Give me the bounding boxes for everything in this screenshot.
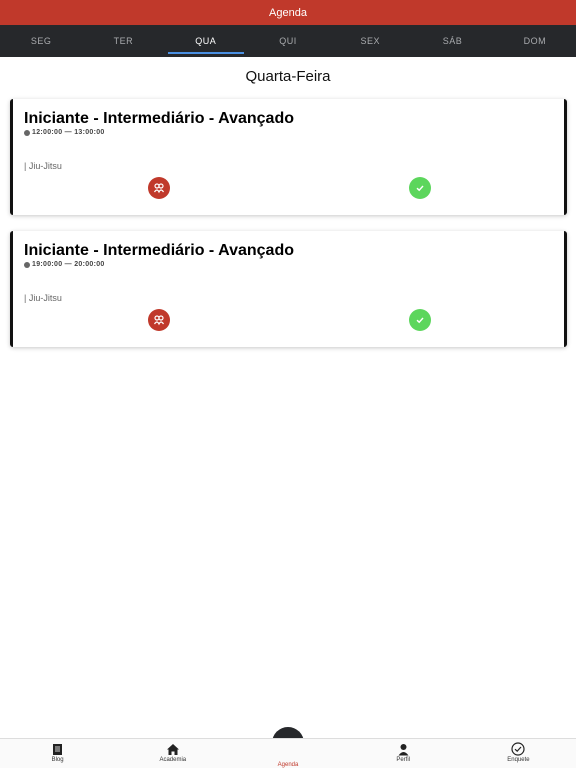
day-tabs: SEG TER QUA QUI SEX SÁB DOM [0,25,576,57]
class-modality: | Jiu-Jitsu [24,161,62,171]
tab-ter[interactable]: TER [82,25,164,57]
class-card[interactable]: Iniciante - Intermediário - Avançado 12:… [10,99,567,215]
class-time: 19:00:00 — 20:00:00 [24,261,105,268]
nav-enquete-label: Enquete [507,757,530,763]
checkin-button[interactable] [409,309,431,331]
day-title: Quarta-Feira [245,68,331,85]
check-icon [416,317,424,324]
check-circle-icon [511,742,526,756]
tab-qui[interactable]: QUI [247,25,329,57]
participants-button[interactable] [148,309,170,331]
class-title: Iniciante - Intermediário - Avançado [24,110,294,127]
bottom-nav: Blog Academia Agenda Perfil Enquete [0,738,576,768]
nav-perfil[interactable]: Perfil [346,739,461,768]
person-icon [396,742,410,756]
class-modality: | Jiu-Jitsu [24,293,62,303]
nav-enquete[interactable]: Enquete [461,739,576,768]
header-title: Agenda [269,6,307,19]
nav-academia-label: Academia [159,757,187,763]
participants-button[interactable] [148,177,170,199]
book-icon [51,742,65,756]
tab-dom[interactable]: DOM [494,25,576,57]
class-time-text: 12:00:00 — 13:00:00 [32,129,105,136]
class-time: 12:00:00 — 13:00:00 [24,129,105,136]
nav-academia[interactable]: Academia [115,739,230,768]
home-icon [166,742,180,756]
people-icon [153,183,165,194]
class-card[interactable]: Iniciante - Intermediário - Avançado 19:… [10,231,567,347]
nav-agenda[interactable]: Agenda [230,739,345,768]
class-title: Iniciante - Intermediário - Avançado [24,242,294,259]
clock-icon [24,129,30,136]
nav-blog[interactable]: Blog [0,739,115,768]
class-time-text: 19:00:00 — 20:00:00 [32,261,105,268]
clock-icon [24,261,30,268]
app-header: Agenda [0,0,576,25]
nav-perfil-label: Perfil [396,757,411,763]
nav-blog-label: Blog [51,757,64,763]
tab-qua[interactable]: QUA [165,25,247,57]
tab-seg[interactable]: SEG [0,25,82,57]
check-icon [416,185,424,192]
tab-sab[interactable]: SÁB [411,25,493,57]
people-icon [153,315,165,326]
nav-agenda-label: Agenda [277,762,299,768]
checkin-button[interactable] [409,177,431,199]
tab-sex[interactable]: SEX [329,25,411,57]
